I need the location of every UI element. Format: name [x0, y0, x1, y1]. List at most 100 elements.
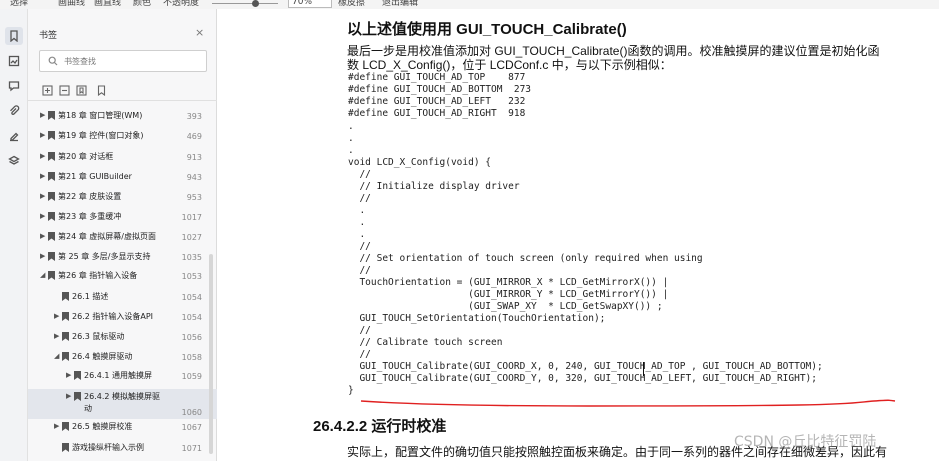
bookmark-item[interactable]: ▶ 26.4.2 模拟触摸屏驱动 1060 [28, 389, 217, 419]
layers-icon[interactable] [5, 152, 23, 170]
opacity-slider-knob[interactable] [252, 0, 259, 7]
bookmark-page-number: 1035 [181, 253, 202, 262]
bookmark-panel: 书签 × ▶ 第18 章 窗口管理(WM) 393 ▶ 第19 章 控件(窗口对象) 46… [28, 9, 217, 461]
code-line: // Set orientation of touch screen (only… [348, 253, 703, 264]
bookmark-icon[interactable] [5, 27, 23, 45]
bookmark-item[interactable]: ▶ 第20 章 对话框 913 [28, 149, 217, 165]
expand-icon[interactable] [42, 81, 53, 96]
bookmark-page-number: 1067 [181, 423, 202, 432]
bookmark-label: 第19 章 控件(窗口对象) [58, 131, 144, 140]
expand-arrow-icon[interactable]: ▶ [40, 152, 45, 160]
bookmark-label: 26.4.2 模拟触摸屏驱 [84, 392, 160, 401]
bookmark-page-number: 1054 [181, 293, 202, 302]
bookmark-icon [48, 212, 55, 221]
draw-curve-tool[interactable]: 画曲线 [58, 0, 85, 8]
text-cursor [643, 362, 644, 376]
bookmark-item[interactable]: ◢ 第26 章 指针输入设备 1053 [28, 268, 217, 284]
code-line: . [348, 229, 366, 240]
bookmark-label: 第26 章 指针输入设备 [58, 271, 138, 280]
eraser-tool[interactable]: 橡皮擦 [338, 0, 365, 8]
expand-arrow-icon[interactable]: ▶ [40, 131, 45, 139]
add-bookmark-icon[interactable] [76, 81, 87, 96]
bookmark-page-number: 1060 [181, 408, 202, 417]
bookmark-page-number: 1017 [181, 213, 202, 222]
bookmark-label: 26.4.1 通用触摸屏 [84, 371, 152, 380]
bookmark-item[interactable]: ▶ 第19 章 控件(窗口对象) 469 [28, 128, 217, 144]
expand-arrow-icon[interactable]: ▶ [40, 212, 45, 220]
bookmark-item[interactable]: ▶ 26.3 鼠标驱动 1056 [28, 329, 217, 345]
color-tool[interactable]: 颜色 [133, 0, 151, 8]
expand-arrow-icon[interactable]: ▶ [54, 332, 59, 340]
code-line: GUI_TOUCH_SetOrientation(TouchOrientatio… [348, 313, 606, 324]
code-line: // [348, 193, 371, 204]
bookmark-icon [74, 371, 81, 380]
bookmark-page-number: 1071 [181, 444, 202, 453]
signature-icon[interactable] [5, 127, 23, 145]
expand-arrow-icon[interactable]: ▶ [40, 111, 45, 119]
bookmark-item[interactable]: ▶ 26.4.1 通用触摸屏 1059 [28, 368, 217, 384]
bookmark-icon [48, 271, 55, 280]
expand-arrow-icon[interactable]: ▶ [40, 252, 45, 260]
bookmark-page-number: 393 [186, 112, 202, 121]
code-line: // [348, 349, 371, 360]
bookmark-label: 第24 章 虚拟屏幕/虚拟页面 [58, 232, 156, 241]
bookmark-item[interactable]: ▶ 第18 章 窗口管理(WM) 393 [28, 108, 217, 124]
bookmark-icon [62, 292, 69, 301]
zoom-select[interactable]: 70% [288, 0, 332, 8]
bookmark-item[interactable]: ▶ 26.5 触摸屏校准 1067 [28, 419, 217, 435]
bookmark-item[interactable]: ▶ 26.2 指针输入设备API 1054 [28, 309, 217, 325]
collapse-icon[interactable] [59, 81, 70, 96]
code-line: GUI_TOUCH_Calibrate(GUI_COORD_Y, 0, 320,… [348, 373, 817, 384]
bookmark-outline-icon[interactable] [96, 81, 107, 97]
comment-icon[interactable] [5, 77, 23, 95]
bookmark-search-input[interactable] [64, 54, 204, 68]
code-line: (GUI_MIRROR_Y * LCD_GetMirrorY()) | [348, 289, 669, 300]
code-line: // [348, 325, 371, 336]
bookmark-icon [62, 332, 69, 341]
bookmark-item[interactable]: ▶ 第21 章 GUIBuilder 943 [28, 169, 217, 185]
expand-arrow-icon[interactable]: ▶ [40, 172, 45, 180]
bookmark-label: 第21 章 GUIBuilder [58, 172, 132, 181]
bookmark-page-number: 1058 [181, 353, 202, 362]
opacity-slider[interactable] [212, 3, 278, 4]
bookmark-scrollbar[interactable] [209, 254, 213, 454]
bookmark-page-number: 1059 [181, 372, 202, 381]
expand-arrow-icon[interactable]: ▶ [66, 371, 71, 379]
bookmark-label: 第23 章 多重缓冲 [58, 212, 122, 221]
code-line: void LCD_X_Config(void) { [348, 157, 491, 168]
bookmark-item[interactable]: ◢ 26.4 触摸屏驱动 1058 [28, 349, 217, 365]
bookmark-item[interactable]: ▶ 第23 章 多重缓冲 1017 [28, 209, 217, 225]
bookmark-search[interactable] [39, 50, 207, 72]
bookmark-page-number: 1027 [181, 233, 202, 242]
draw-line-tool[interactable]: 画直线 [94, 0, 121, 8]
bookmark-item[interactable]: 26.1 描述 1054 [28, 289, 217, 305]
attachment-icon[interactable] [5, 102, 23, 120]
thumbnail-icon[interactable] [5, 52, 23, 70]
bookmark-item[interactable]: ▶ 第 25 章 多层/多显示支持 1035 [28, 249, 217, 265]
close-icon[interactable]: × [195, 26, 204, 39]
bookmark-page-number: 1053 [181, 272, 202, 281]
select-tool[interactable]: 选择 [10, 0, 28, 8]
expand-arrow-icon[interactable]: ▶ [40, 192, 45, 200]
opacity-tool[interactable]: 不透明度 [163, 0, 199, 8]
search-icon [48, 56, 58, 66]
bookmark-item[interactable]: 游戏操纵杆输入示例 1071 [28, 440, 217, 456]
code-line: #define GUI_TOUCH_AD_BOTTOM 273 [348, 84, 532, 95]
bookmark-icon [48, 131, 55, 140]
bookmark-item[interactable]: ▶ 第22 章 皮肤设置 953 [28, 189, 217, 205]
bookmark-page-number: 469 [186, 132, 202, 141]
bookmark-icon [48, 152, 55, 161]
bookmark-icon [62, 312, 69, 321]
expand-arrow-icon[interactable]: ▶ [40, 232, 45, 240]
code-line: GUI_TOUCH_Calibrate(GUI_COORD_X, 0, 240,… [348, 361, 823, 372]
expand-arrow-icon[interactable]: ▶ [54, 422, 59, 430]
expand-arrow-icon[interactable]: ▶ [66, 392, 71, 400]
code-line: #define GUI_TOUCH_AD_LEFT 232 [348, 96, 526, 107]
bookmark-icon [62, 443, 69, 452]
code-line: // Calibrate touch screen [348, 337, 503, 348]
collapse-arrow-icon[interactable]: ◢ [40, 271, 45, 279]
collapse-arrow-icon[interactable]: ◢ [54, 352, 59, 360]
exit-edit-button[interactable]: 退出编辑 [382, 0, 418, 8]
expand-arrow-icon[interactable]: ▶ [54, 312, 59, 320]
bookmark-item[interactable]: ▶ 第24 章 虚拟屏幕/虚拟页面 1027 [28, 229, 217, 245]
